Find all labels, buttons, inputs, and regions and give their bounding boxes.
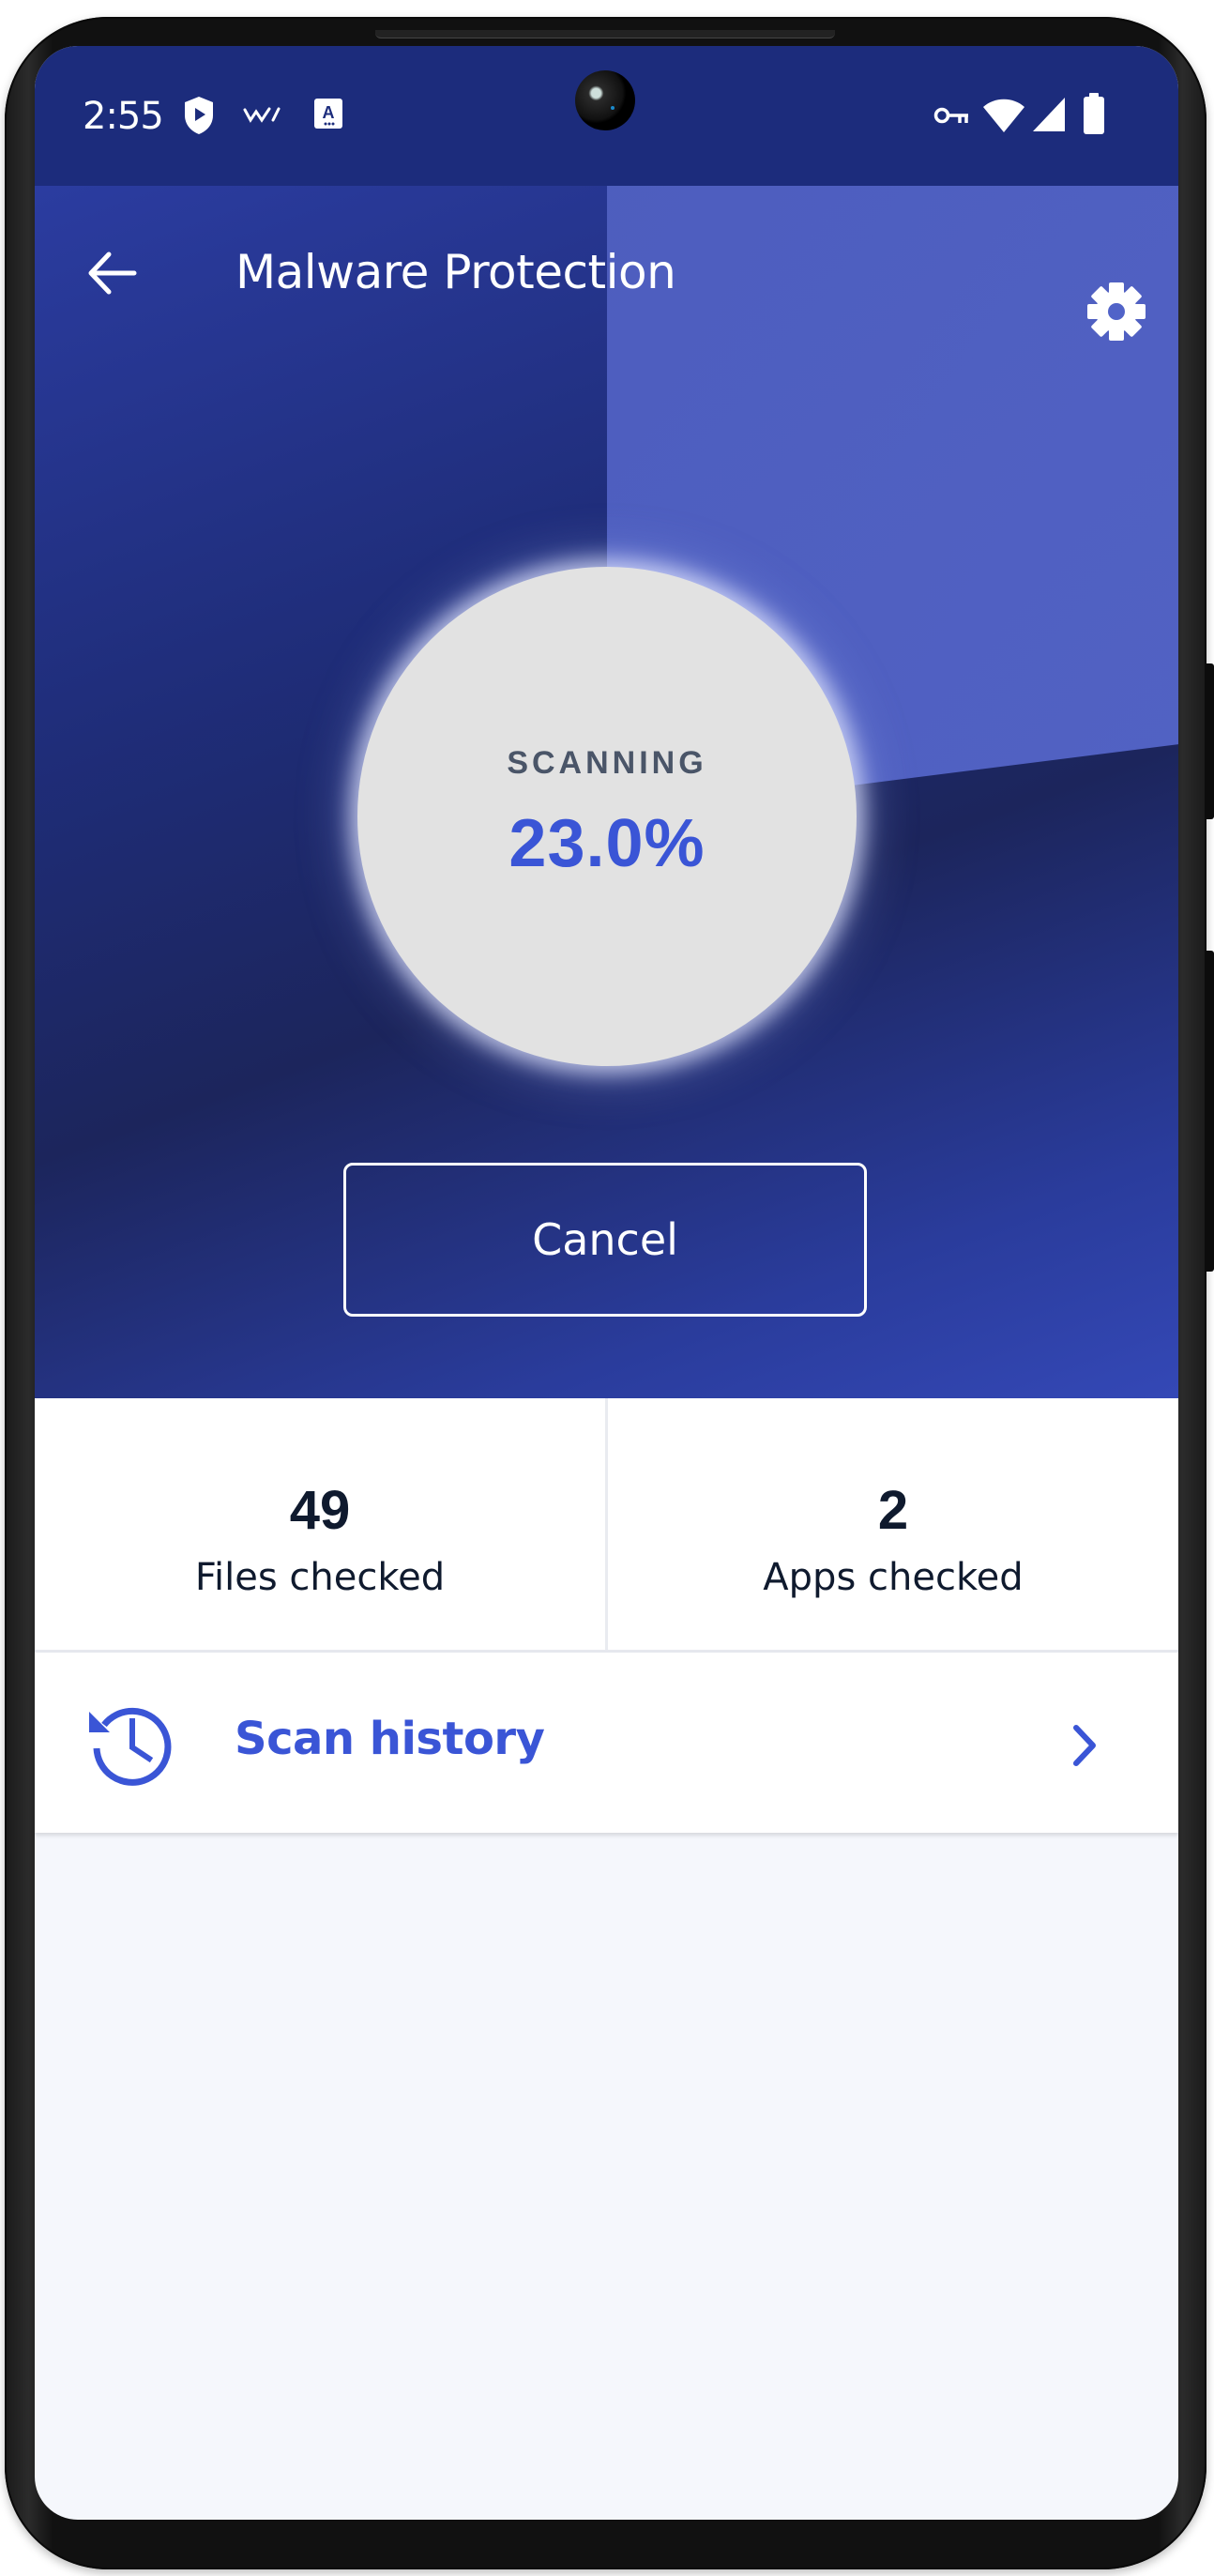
page-title: Malware Protection — [235, 245, 676, 299]
scan-history-item[interactable]: Scan history — [35, 1653, 1178, 1833]
front-camera — [575, 70, 635, 130]
play-protect-shield-icon — [185, 97, 213, 134]
stat-files-checked: 49 Files checked — [35, 1398, 605, 1650]
svg-text:A: A — [323, 103, 335, 122]
volume-button — [1205, 951, 1214, 1272]
apps-checked-label: Apps checked — [763, 1556, 1024, 1599]
files-checked-count: 49 — [289, 1480, 351, 1541]
app-bar: Malware Protection — [35, 186, 1178, 355]
status-bar: 2:55 A — [35, 46, 1178, 186]
scan-status-label: SCANNING — [507, 745, 707, 781]
scan-progress-percent: 23.0% — [508, 806, 706, 881]
scan-progress-circle: SCANNING 23.0% — [357, 567, 857, 1066]
accessibility-a-icon: A — [314, 99, 342, 129]
wifi-icon — [983, 99, 1024, 132]
gear-icon — [1087, 282, 1146, 341]
cancel-scan-button[interactable]: Cancel — [343, 1163, 867, 1317]
cell-signal-icon — [1033, 98, 1065, 131]
apps-checked-count: 2 — [877, 1480, 909, 1541]
chevron-right-icon — [1073, 1725, 1096, 1766]
screen: 2:55 A Malware Protection SCANNING 23.0%… — [35, 46, 1178, 2520]
battery-icon — [1084, 93, 1104, 134]
status-time: 2:55 — [83, 95, 164, 138]
files-checked-label: Files checked — [194, 1556, 446, 1599]
back-button[interactable] — [78, 240, 144, 306]
arrow-left-icon — [88, 252, 137, 295]
power-button — [1205, 663, 1214, 819]
stat-apps-checked: 2 Apps checked — [605, 1398, 1178, 1650]
scan-stats: 49 Files checked 2 Apps checked — [35, 1398, 1178, 1653]
settings-button[interactable] — [1081, 276, 1152, 347]
wave-notification-icon — [243, 107, 281, 123]
scan-history-label: Scan history — [235, 1713, 545, 1765]
earpiece-speaker — [375, 30, 835, 38]
vpn-key-icon — [933, 107, 968, 124]
history-clock-icon — [89, 1707, 172, 1786]
scan-hero: Malware Protection SCANNING 23.0% Cancel — [35, 186, 1178, 1398]
